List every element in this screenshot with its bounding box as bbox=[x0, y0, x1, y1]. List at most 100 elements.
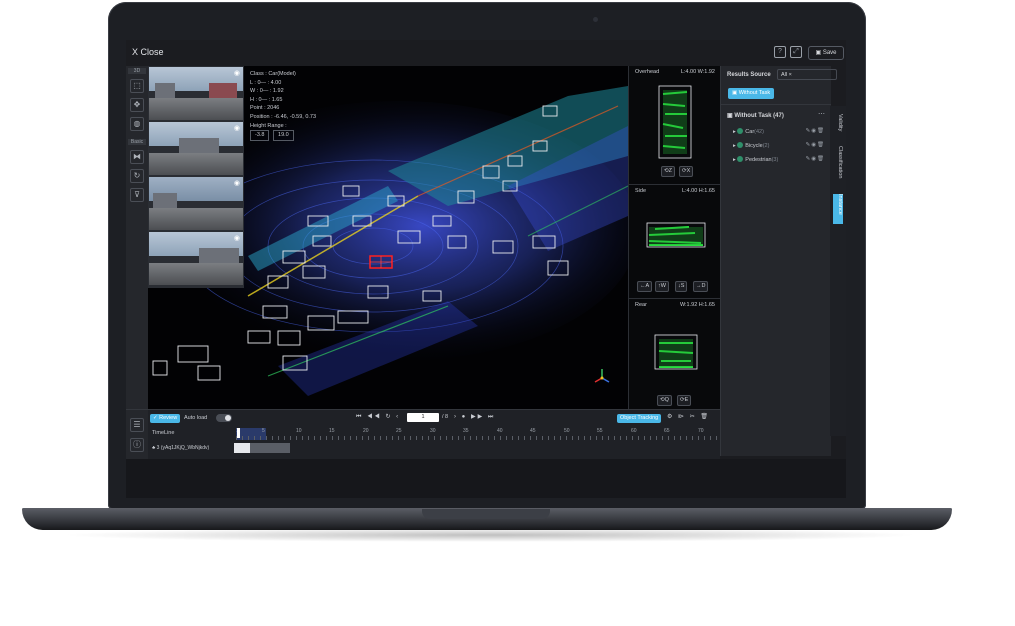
tab-classification[interactable]: Classification bbox=[833, 146, 843, 178]
player-controls[interactable]: ⏮ ◀◀ ↻ ‹ bbox=[356, 413, 400, 421]
rotate-x-button[interactable]: ⟳X bbox=[679, 166, 694, 177]
timeline-label: TimeLine bbox=[152, 430, 175, 436]
timeline-panel: ☰ ⓘ ✓ Review Auto load ⏮ ◀◀ ↻ ‹ 1 / 8 › … bbox=[126, 409, 720, 460]
laptop-shadow bbox=[60, 528, 920, 542]
clear-filter-icon[interactable]: × bbox=[789, 72, 792, 78]
camera-thumbnails: ◉ ◉ ◉ ◉ bbox=[148, 66, 244, 288]
camera-view-rear[interactable]: ◉ bbox=[149, 177, 243, 230]
rotate-q-label: Q bbox=[664, 397, 669, 403]
tab-validity[interactable]: Validity bbox=[833, 114, 843, 131]
class-count: (42) bbox=[754, 129, 764, 135]
track-id: 3 (yAq1JKjQ_WbNjkdv) bbox=[156, 445, 210, 451]
eye-icon[interactable]: ◉ bbox=[234, 234, 240, 242]
review-button[interactable]: ✓ Review bbox=[150, 414, 181, 423]
close-button[interactable]: X Close bbox=[132, 47, 164, 57]
side-view[interactable]: Side L:4.00 H:1.65 ←A ↑W ↓S →D bbox=[629, 184, 721, 297]
tick-label: 45 bbox=[530, 428, 536, 434]
height-min-input[interactable]: -3.8 bbox=[250, 130, 270, 141]
move-d-label: D bbox=[701, 283, 706, 289]
move-tool-icon[interactable]: ✥ bbox=[130, 98, 144, 112]
playhead[interactable] bbox=[237, 428, 240, 438]
rear-view[interactable]: Rear W:1.92 H:1.65 ⟲Q ⟳E bbox=[629, 298, 721, 410]
tick-label: 40 bbox=[497, 428, 503, 434]
item-actions-icon[interactable]: ✎◉🗑 bbox=[806, 142, 825, 148]
rotate-z-button[interactable]: ⟲Z bbox=[661, 166, 675, 177]
info-class: Class : Car(Model) bbox=[250, 71, 296, 77]
tick-label: 70 bbox=[698, 428, 704, 434]
class-color-icon bbox=[737, 142, 744, 148]
rear-dims: W:1.92 H:1.65 bbox=[679, 302, 715, 308]
tick-label: 30 bbox=[430, 428, 436, 434]
class-name: Bicycle bbox=[745, 143, 763, 149]
object-tracking-button[interactable]: Object Tracking bbox=[617, 414, 662, 423]
results-filter-value: All bbox=[781, 72, 788, 78]
laptop-notch bbox=[422, 509, 550, 519]
item-actions-icon[interactable]: ✎◉🗑 bbox=[806, 156, 825, 162]
save-button[interactable]: ▣ Save bbox=[808, 46, 844, 60]
split-tool-icon[interactable]: ⧓ bbox=[130, 150, 144, 164]
move-a-button[interactable]: ←A bbox=[637, 281, 653, 292]
timeline-ruler[interactable]: 1 5 10 15 20 25 30 35 40 45 50 55 60 65 … bbox=[236, 428, 720, 440]
help-icon[interactable]: ? bbox=[774, 46, 786, 58]
info-icon[interactable]: ⓘ bbox=[130, 438, 144, 452]
move-s-button[interactable]: ↓S bbox=[675, 281, 688, 292]
info-height: H : 0— : 1.65 bbox=[250, 96, 283, 103]
info-width: W : 0— : 1.92 bbox=[250, 88, 284, 95]
pointcloud-viewport[interactable]: ◉ ◉ ◉ ◉ Class : Car(Model) L : 0— : 4.00… bbox=[148, 66, 628, 409]
info-length: L : 0— : 4.00 bbox=[250, 79, 282, 86]
tick-label: 65 bbox=[664, 428, 670, 434]
tick-label: 10 bbox=[296, 428, 302, 434]
overhead-title: Overhead bbox=[635, 69, 660, 75]
eye-icon[interactable]: ◉ bbox=[234, 124, 240, 132]
move-a-label: A bbox=[645, 283, 650, 289]
tick-label: 15 bbox=[329, 428, 335, 434]
class-item-bicycle[interactable]: ▸ Bicycle(2) bbox=[733, 142, 769, 149]
eye-icon[interactable]: ◉ bbox=[234, 69, 240, 77]
tool-sidebar: 3D ⬚ ✥ ◍ Basic ⧓ ↻ ⊽ bbox=[126, 66, 148, 416]
auto-load-label: Auto load bbox=[184, 415, 208, 421]
without-task-group[interactable]: ▣ Without Task (47) bbox=[727, 112, 784, 119]
track-segment[interactable] bbox=[234, 443, 250, 453]
class-item-car[interactable]: ▸ Car(42) bbox=[733, 128, 764, 135]
more-options-icon[interactable]: ⋯ bbox=[818, 110, 825, 118]
camera-view-front[interactable]: ◉ bbox=[149, 67, 243, 120]
frame-input[interactable]: 1 bbox=[407, 413, 439, 422]
globe-tool-icon[interactable]: ◍ bbox=[130, 117, 144, 131]
tool-group-basic: Basic bbox=[128, 139, 146, 145]
camera-view-front-right[interactable]: ◉ bbox=[149, 122, 243, 175]
rotate-tool-icon[interactable]: ↻ bbox=[130, 169, 144, 183]
camera-view-left[interactable]: ◉ bbox=[149, 232, 243, 285]
overhead-view[interactable]: Overhead L:4.00 W:1.92 ⟲Z ⟳X bbox=[629, 66, 721, 181]
without-task-group-label: Without Task (47) bbox=[734, 113, 784, 119]
without-task-button[interactable]: ▣ Without Task bbox=[728, 88, 775, 99]
move-w-label: W bbox=[660, 283, 666, 289]
rotate-e-button[interactable]: ⟳E bbox=[677, 395, 692, 406]
webcam-icon bbox=[593, 17, 598, 22]
tick-label: 5 bbox=[262, 428, 265, 434]
track-segment[interactable] bbox=[250, 443, 290, 453]
filter-tool-icon[interactable]: ⊽ bbox=[130, 188, 144, 202]
class-count: (2) bbox=[762, 143, 770, 149]
move-w-button[interactable]: ↑W bbox=[655, 281, 669, 292]
tab-instance[interactable]: Instance bbox=[833, 194, 843, 224]
fullscreen-icon[interactable]: ⤢ bbox=[790, 46, 802, 58]
rotate-x-label: X bbox=[686, 168, 691, 174]
side-dims: L:4.00 H:1.65 bbox=[681, 188, 715, 194]
class-name: Pedestrian bbox=[745, 157, 772, 163]
tracking-tools-icon[interactable]: ⚙ ⧐ ✂ 🗑 bbox=[667, 413, 710, 420]
info-points: Point : 2046 bbox=[250, 105, 280, 112]
class-item-pedestrian[interactable]: ▸ Pedestrian(3) bbox=[733, 156, 778, 163]
cube-tool-icon[interactable]: ⬚ bbox=[130, 79, 144, 93]
rotate-q-button[interactable]: ⟲Q bbox=[657, 395, 672, 406]
eye-icon[interactable]: ◉ bbox=[234, 179, 240, 187]
height-max-input[interactable]: 19.0 bbox=[273, 130, 294, 141]
settings-sliders-icon[interactable]: ☰ bbox=[130, 418, 144, 432]
side-points bbox=[646, 222, 706, 248]
item-actions-icon[interactable]: ✎◉🗑 bbox=[806, 128, 825, 134]
rear-points bbox=[654, 334, 698, 370]
auto-load-toggle[interactable] bbox=[216, 414, 232, 422]
move-d-button[interactable]: →D bbox=[693, 281, 709, 292]
overhead-dims: L:4.00 W:1.92 bbox=[680, 69, 715, 75]
player-controls-forward[interactable]: › ● ▶▶ ⏭ bbox=[454, 413, 495, 421]
results-source-filter[interactable]: All × bbox=[777, 69, 837, 80]
